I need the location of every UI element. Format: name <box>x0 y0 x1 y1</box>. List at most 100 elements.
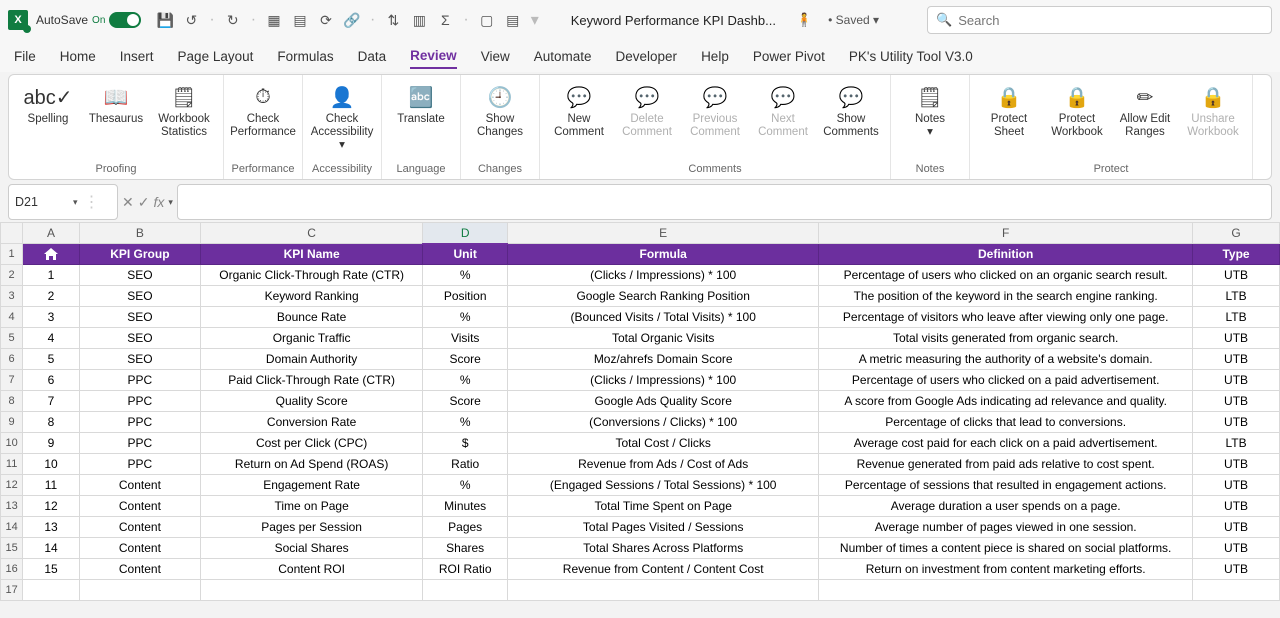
cell[interactable] <box>201 580 423 601</box>
row-header[interactable]: 6 <box>1 349 23 370</box>
cell[interactable]: Total Organic Visits <box>508 328 819 349</box>
cell[interactable]: Organic Click-Through Rate (CTR) <box>201 265 423 286</box>
cell[interactable] <box>819 580 1193 601</box>
cell[interactable]: ROI Ratio <box>423 559 508 580</box>
cell[interactable]: PPC <box>79 433 200 454</box>
cell[interactable]: 9 <box>23 433 80 454</box>
filter-icon[interactable]: ▥ <box>411 12 427 28</box>
cell[interactable]: Organic Traffic <box>201 328 423 349</box>
row-header[interactable]: 3 <box>1 286 23 307</box>
cell[interactable]: Percentage of sessions that resulted in … <box>819 475 1193 496</box>
protect-sheet-button[interactable]: 🔒ProtectSheet <box>978 81 1040 139</box>
cell[interactable]: 7 <box>23 391 80 412</box>
cell[interactable]: Google Search Ranking Position <box>508 286 819 307</box>
row-header[interactable]: 4 <box>1 307 23 328</box>
cell[interactable]: UTB <box>1193 517 1280 538</box>
cell[interactable]: UTB <box>1193 328 1280 349</box>
cell[interactable]: Keyword Ranking <box>201 286 423 307</box>
cell[interactable]: A score from Google Ads indicating ad re… <box>819 391 1193 412</box>
chevron-down-icon[interactable]: ▾ <box>168 197 173 208</box>
select-all-corner[interactable] <box>1 223 23 244</box>
grid-icon[interactable]: ▦ <box>266 12 282 28</box>
tab-formulas[interactable]: Formulas <box>277 45 333 68</box>
cell[interactable]: UTB <box>1193 391 1280 412</box>
cell[interactable] <box>508 580 819 601</box>
row-header[interactable]: 8 <box>1 391 23 412</box>
share-icon[interactable]: 🧍 <box>796 12 812 28</box>
autosave-toggle[interactable]: AutoSave On <box>36 12 141 28</box>
cell[interactable]: Number of times a content piece is share… <box>819 538 1193 559</box>
col-header-A[interactable]: A <box>23 223 80 244</box>
cell[interactable]: Revenue from Ads / Cost of Ads <box>508 454 819 475</box>
cell[interactable]: Total Cost / Clicks <box>508 433 819 454</box>
cell[interactable]: (Clicks / Impressions) * 100 <box>508 265 819 286</box>
tab-data[interactable]: Data <box>358 45 387 68</box>
cell[interactable] <box>23 580 80 601</box>
header-cell[interactable]: KPI Group <box>79 244 200 265</box>
cell[interactable]: Revenue generated from paid ads relative… <box>819 454 1193 475</box>
tab-file[interactable]: File <box>14 45 36 68</box>
header-cell[interactable] <box>23 244 80 265</box>
name-box[interactable]: ▾ ⋮ <box>8 184 118 220</box>
cell[interactable]: (Clicks / Impressions) * 100 <box>508 370 819 391</box>
row-header[interactable]: 5 <box>1 328 23 349</box>
cell[interactable]: Content <box>79 496 200 517</box>
sort-icon[interactable]: ⇅ <box>385 12 401 28</box>
notes-button[interactable]: 🗒Notes▾ <box>899 81 961 139</box>
row-header[interactable]: 9 <box>1 412 23 433</box>
cell[interactable]: SEO <box>79 286 200 307</box>
cell[interactable]: Total visits generated from organic sear… <box>819 328 1193 349</box>
row-header[interactable]: 11 <box>1 454 23 475</box>
cell[interactable]: A metric measuring the authority of a we… <box>819 349 1193 370</box>
cell[interactable]: 5 <box>23 349 80 370</box>
cell[interactable]: Content ROI <box>201 559 423 580</box>
cell[interactable]: Visits <box>423 328 508 349</box>
cell[interactable]: Percentage of clicks that lead to conver… <box>819 412 1193 433</box>
new-comment-button[interactable]: 💬NewComment <box>548 81 610 139</box>
cell[interactable] <box>1193 580 1280 601</box>
tab-insert[interactable]: Insert <box>120 45 154 68</box>
cell[interactable]: Minutes <box>423 496 508 517</box>
row-header[interactable]: 17 <box>1 580 23 601</box>
cell[interactable]: (Engaged Sessions / Total Sessions) * 10… <box>508 475 819 496</box>
tab-pk-s-utility-tool-v3-0[interactable]: PK's Utility Tool V3.0 <box>849 45 973 68</box>
cell[interactable]: UTB <box>1193 496 1280 517</box>
name-box-input[interactable] <box>15 195 67 209</box>
tab-developer[interactable]: Developer <box>616 45 678 68</box>
cell[interactable]: Bounce Rate <box>201 307 423 328</box>
cell[interactable]: UTB <box>1193 475 1280 496</box>
cell[interactable]: UTB <box>1193 559 1280 580</box>
cell[interactable]: UTB <box>1193 349 1280 370</box>
row-header[interactable]: 14 <box>1 517 23 538</box>
workbook-statistics-button[interactable]: 🗒WorkbookStatistics <box>153 81 215 139</box>
cell[interactable]: Average number of pages viewed in one se… <box>819 517 1193 538</box>
cell[interactable]: Paid Click-Through Rate (CTR) <box>201 370 423 391</box>
cell[interactable]: PPC <box>79 454 200 475</box>
cell[interactable]: % <box>423 265 508 286</box>
cell[interactable]: Score <box>423 391 508 412</box>
refresh-icon[interactable]: ⟳ <box>318 12 334 28</box>
cell[interactable]: LTB <box>1193 433 1280 454</box>
cell[interactable]: Social Shares <box>201 538 423 559</box>
save-icon[interactable]: 💾 <box>157 12 173 28</box>
header-cell[interactable]: Definition <box>819 244 1193 265</box>
autosum-icon[interactable]: Σ <box>437 12 453 28</box>
tab-help[interactable]: Help <box>701 45 729 68</box>
cell[interactable]: Engagement Rate <box>201 475 423 496</box>
cell[interactable]: Pages per Session <box>201 517 423 538</box>
cell[interactable]: Quality Score <box>201 391 423 412</box>
cell[interactable]: Average cost paid for each click on a pa… <box>819 433 1193 454</box>
cell[interactable]: PPC <box>79 391 200 412</box>
link-icon[interactable]: 🔗 <box>344 12 360 28</box>
header-cell[interactable]: Formula <box>508 244 819 265</box>
row-header[interactable]: 13 <box>1 496 23 517</box>
format-icon[interactable]: ▤ <box>505 12 521 28</box>
cell[interactable]: 4 <box>23 328 80 349</box>
cell[interactable]: Time on Page <box>201 496 423 517</box>
show-comments-button[interactable]: 💬ShowComments <box>820 81 882 139</box>
row-header[interactable]: 2 <box>1 265 23 286</box>
row-header[interactable]: 15 <box>1 538 23 559</box>
chevron-down-icon[interactable]: ▾ <box>73 197 78 208</box>
cell[interactable]: % <box>423 475 508 496</box>
save-status[interactable]: • Saved ▾ <box>828 13 879 27</box>
